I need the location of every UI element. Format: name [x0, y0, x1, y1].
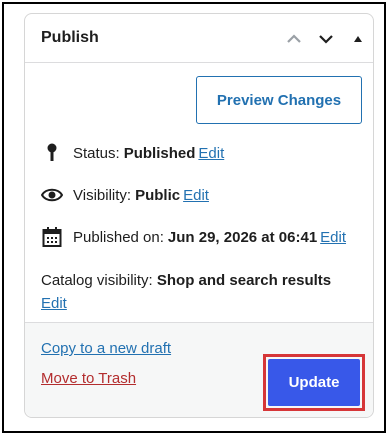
- chevron-down-icon: [319, 35, 333, 44]
- edit-published-link[interactable]: Edit: [320, 229, 346, 246]
- move-down-button[interactable]: [315, 28, 337, 50]
- update-button[interactable]: Update: [268, 359, 360, 406]
- edit-catalog-visibility-link[interactable]: Edit: [41, 295, 67, 312]
- move-up-button[interactable]: [283, 28, 305, 50]
- calendar-icon: [41, 226, 63, 248]
- visibility-label: Visibility:: [73, 186, 132, 204]
- panel-title: Publish: [41, 29, 99, 46]
- published-row: Published on: Jun 29, 2026 at 06:41 Edit: [41, 226, 346, 248]
- status-label: Status:: [73, 144, 120, 162]
- published-label: Published on:: [73, 228, 164, 246]
- pin-icon: [41, 142, 63, 164]
- triangle-up-icon: [354, 36, 362, 42]
- move-to-trash-link[interactable]: Move to Trash: [41, 370, 136, 387]
- publish-panel: Publish Preview Changes Status: Publishe…: [24, 13, 374, 418]
- catalog-visibility-value: Shop and search results: [156, 272, 332, 289]
- copy-to-draft-link[interactable]: Copy to a new draft: [41, 340, 171, 357]
- visibility-value: Public: [135, 186, 181, 204]
- screenshot-frame: Publish Preview Changes Status: Publishe…: [2, 2, 386, 433]
- edit-visibility-link[interactable]: Edit: [183, 187, 209, 204]
- chevron-up-icon: [287, 34, 301, 43]
- status-row: Status: Published Edit: [41, 142, 224, 164]
- catalog-visibility-row: Catalog visibility: Shop and search resu…: [41, 269, 331, 315]
- toggle-panel-button[interactable]: [347, 28, 369, 50]
- panel-header: Publish: [25, 14, 373, 63]
- eye-icon: [41, 184, 63, 206]
- status-value: Published: [123, 144, 196, 162]
- catalog-visibility-label: Catalog visibility:: [41, 272, 153, 289]
- edit-status-link[interactable]: Edit: [198, 145, 224, 162]
- visibility-row: Visibility: Public Edit: [41, 184, 209, 206]
- published-value: Jun 29, 2026 at 06:41: [167, 228, 318, 246]
- preview-changes-button[interactable]: Preview Changes: [196, 76, 362, 124]
